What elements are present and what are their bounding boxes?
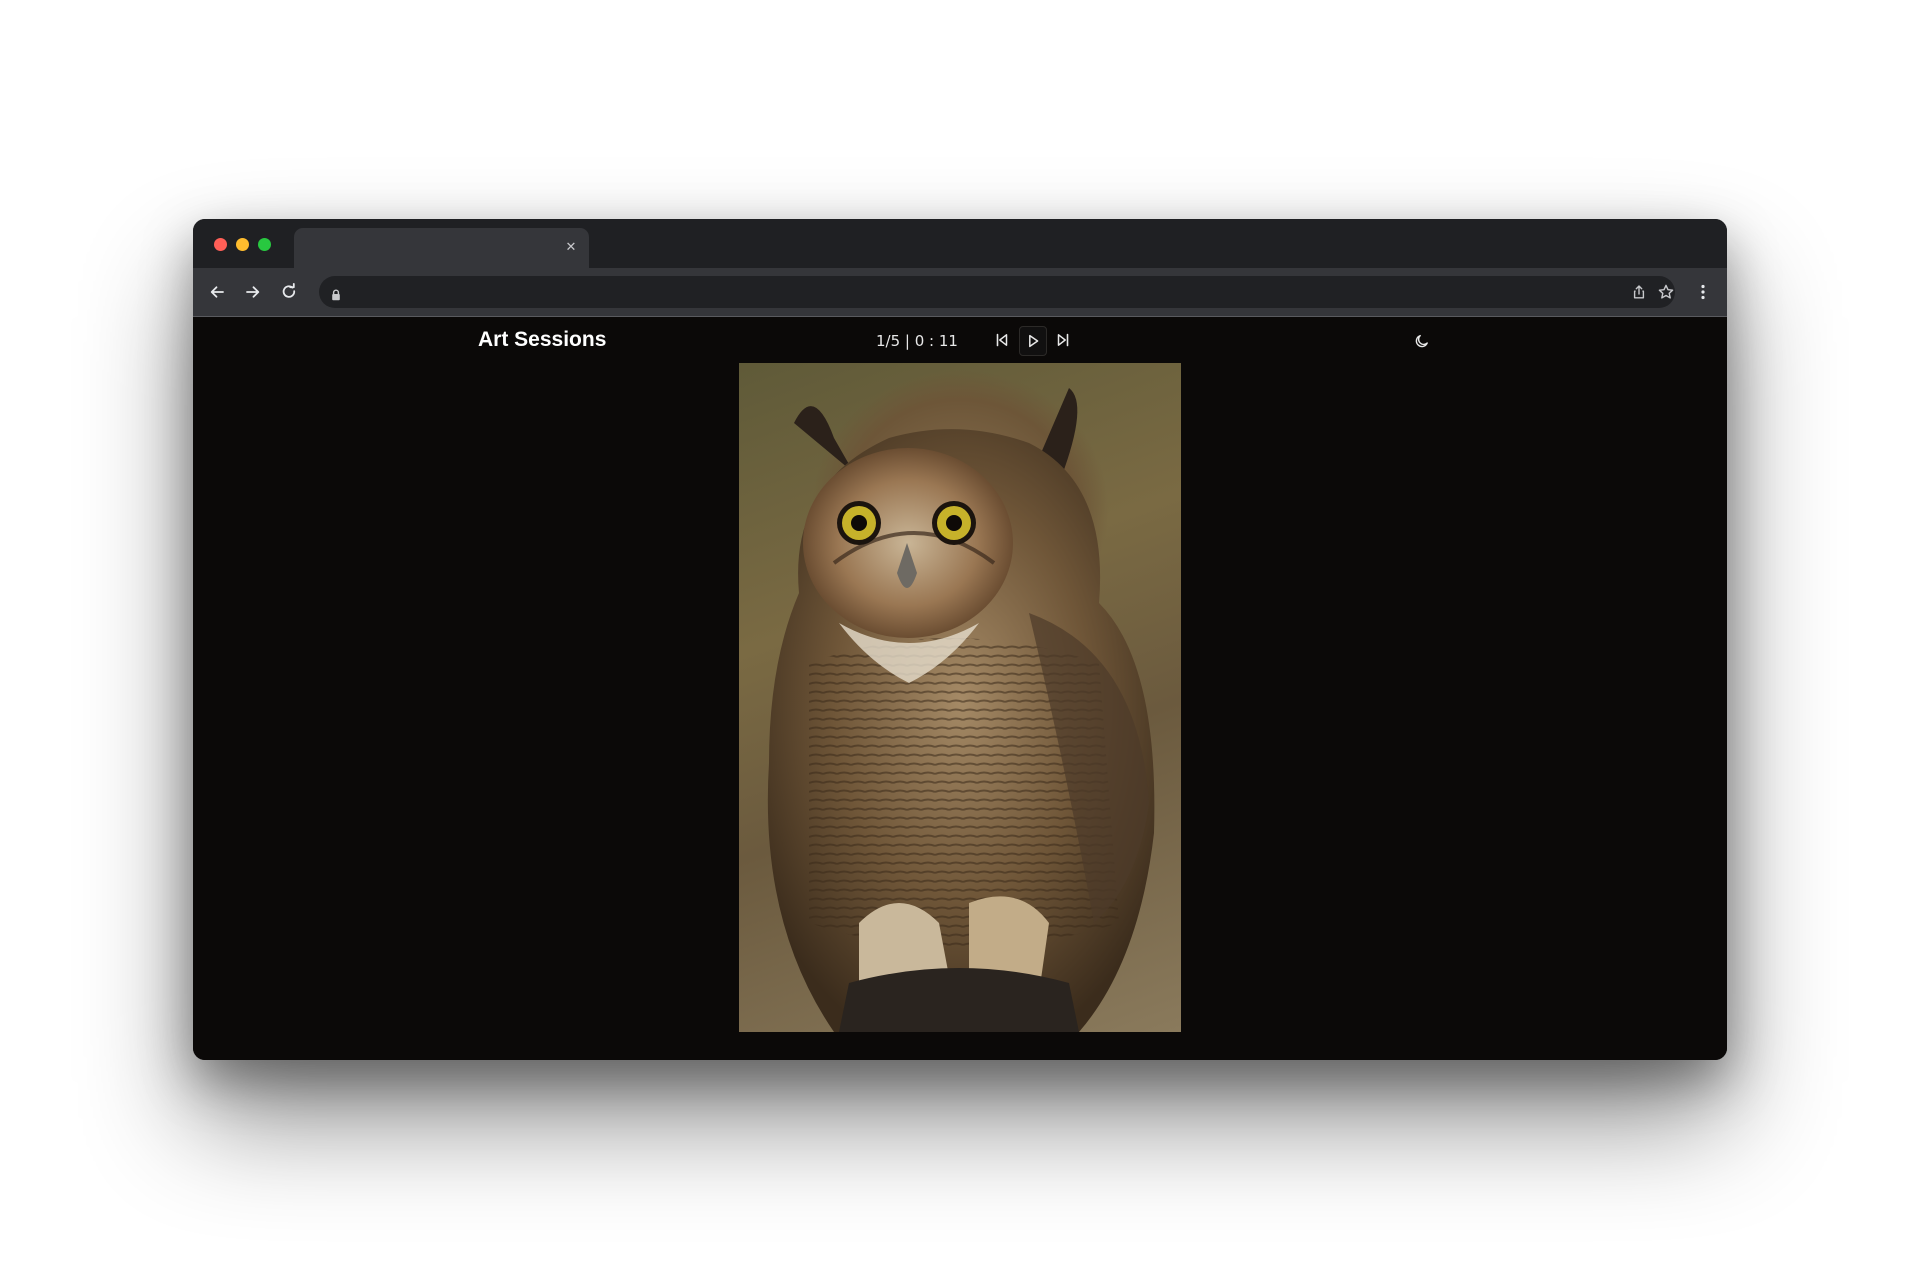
address-bar[interactable]: [319, 276, 1675, 308]
close-icon[interactable]: ✕: [561, 238, 581, 258]
window-zoom-button[interactable]: [258, 238, 271, 251]
share-icon[interactable]: [1631, 284, 1647, 300]
skip-previous-icon[interactable]: [989, 326, 1015, 354]
star-icon[interactable]: [1657, 283, 1675, 301]
browser-tab[interactable]: ✕: [294, 228, 589, 268]
play-icon[interactable]: [1019, 326, 1047, 356]
session-counter: 1/5 | 0 : 11: [876, 332, 958, 350]
window-minimize-button[interactable]: [236, 238, 249, 251]
browser-toolbar: [193, 268, 1727, 317]
app-title: Art Sessions: [478, 328, 607, 351]
artwork-image: [739, 363, 1181, 1032]
lock-icon: [331, 286, 341, 301]
browser-window: ✕ Art Sessions 1/5 | 0: 11: [193, 219, 1727, 1060]
arrow-left-icon[interactable]: [203, 278, 231, 306]
moon-icon[interactable]: [1410, 329, 1434, 353]
app-content: Art Sessions 1/5 | 0 : 11: [193, 317, 1727, 1060]
skip-next-icon[interactable]: [1050, 326, 1076, 354]
reload-icon[interactable]: [275, 278, 303, 306]
arrow-right-icon[interactable]: [239, 278, 267, 306]
kebab-menu-icon[interactable]: [1689, 278, 1717, 306]
window-close-button[interactable]: [214, 238, 227, 251]
title-bar: ✕: [193, 219, 1727, 268]
